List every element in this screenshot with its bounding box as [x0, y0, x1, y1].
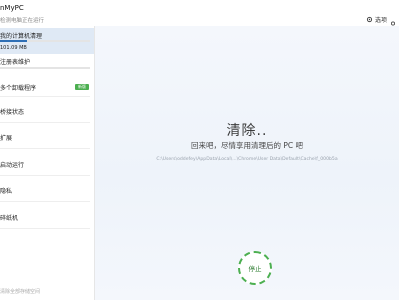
divider — [0, 122, 90, 123]
sidebar-item-label: 启动运行 — [0, 162, 25, 169]
gear-icon — [366, 16, 373, 23]
sidebar-item-label: 注册表维护 — [0, 59, 31, 66]
stop-button[interactable]: 停止 — [238, 251, 272, 285]
sidebar-item-shredder[interactable]: 碎纸机 — [0, 213, 94, 225]
cleanup-size: 101.09 MB — [0, 45, 27, 51]
sidebar: 我的计算机清理 101.09 MB 注册表维护 多个卸载程序 新版 桥接状态 扩… — [0, 26, 95, 300]
stop-label: 停止 — [248, 265, 262, 273]
sidebar-item-label: 桥接状态 — [0, 109, 25, 116]
cleanup-progress-bar — [0, 40, 90, 42]
main-subtitle: 回来吧，尽情享用清理后的 PC 吧 — [190, 141, 304, 150]
sidebar-item-label: 我的计算机清理 — [0, 33, 43, 40]
sidebar-item-startup[interactable]: 启动运行 — [0, 160, 94, 172]
main-panel: 清除.. 回来吧，尽情享用清理后的 PC 吧 C:\Users\oddefey\… — [95, 26, 399, 300]
footer-link[interactable]: 清除全部存储空间 — [0, 288, 40, 295]
sidebar-item-label: 碎纸机 — [0, 215, 19, 222]
divider — [0, 201, 90, 202]
settings-button[interactable]: 选项 — [366, 15, 387, 24]
divider — [0, 96, 90, 97]
registry-progress-bar — [0, 67, 90, 69]
divider — [0, 228, 90, 229]
app-subtitle: 检测电脑正在运行 — [0, 18, 45, 24]
divider — [0, 148, 90, 149]
sidebar-item-label: 扩展 — [0, 135, 13, 142]
cleanup-progress-fill — [0, 40, 27, 42]
sidebar-item-status[interactable]: 桥接状态 — [0, 107, 94, 119]
sidebar-item-privacy[interactable]: 隐私 — [0, 186, 94, 198]
sidebar-item-pc-cleanup[interactable]: 我的计算机清理 101.09 MB — [0, 28, 94, 54]
sidebar-item-label: 多个卸载程序 — [0, 85, 37, 92]
current-file-path: C:\Users\oddefey\AppData\Local\...\Chrom… — [156, 157, 338, 162]
new-badge: 新版 — [75, 84, 89, 90]
sidebar-item-registry[interactable]: 注册表维护 — [0, 56, 94, 72]
sidebar-item-label: 隐私 — [0, 188, 13, 195]
title-bar: nMyPC 检测电脑正在运行 选项 — [0, 0, 399, 29]
main-title: 清除.. — [226, 123, 268, 139]
divider — [0, 175, 90, 176]
app-title: nMyPC — [0, 4, 24, 12]
sidebar-item-extensions[interactable]: 扩展 — [0, 133, 94, 145]
settings-label: 选项 — [375, 17, 388, 24]
sidebar-item-uninstaller[interactable]: 多个卸载程序 新版 — [0, 82, 94, 94]
